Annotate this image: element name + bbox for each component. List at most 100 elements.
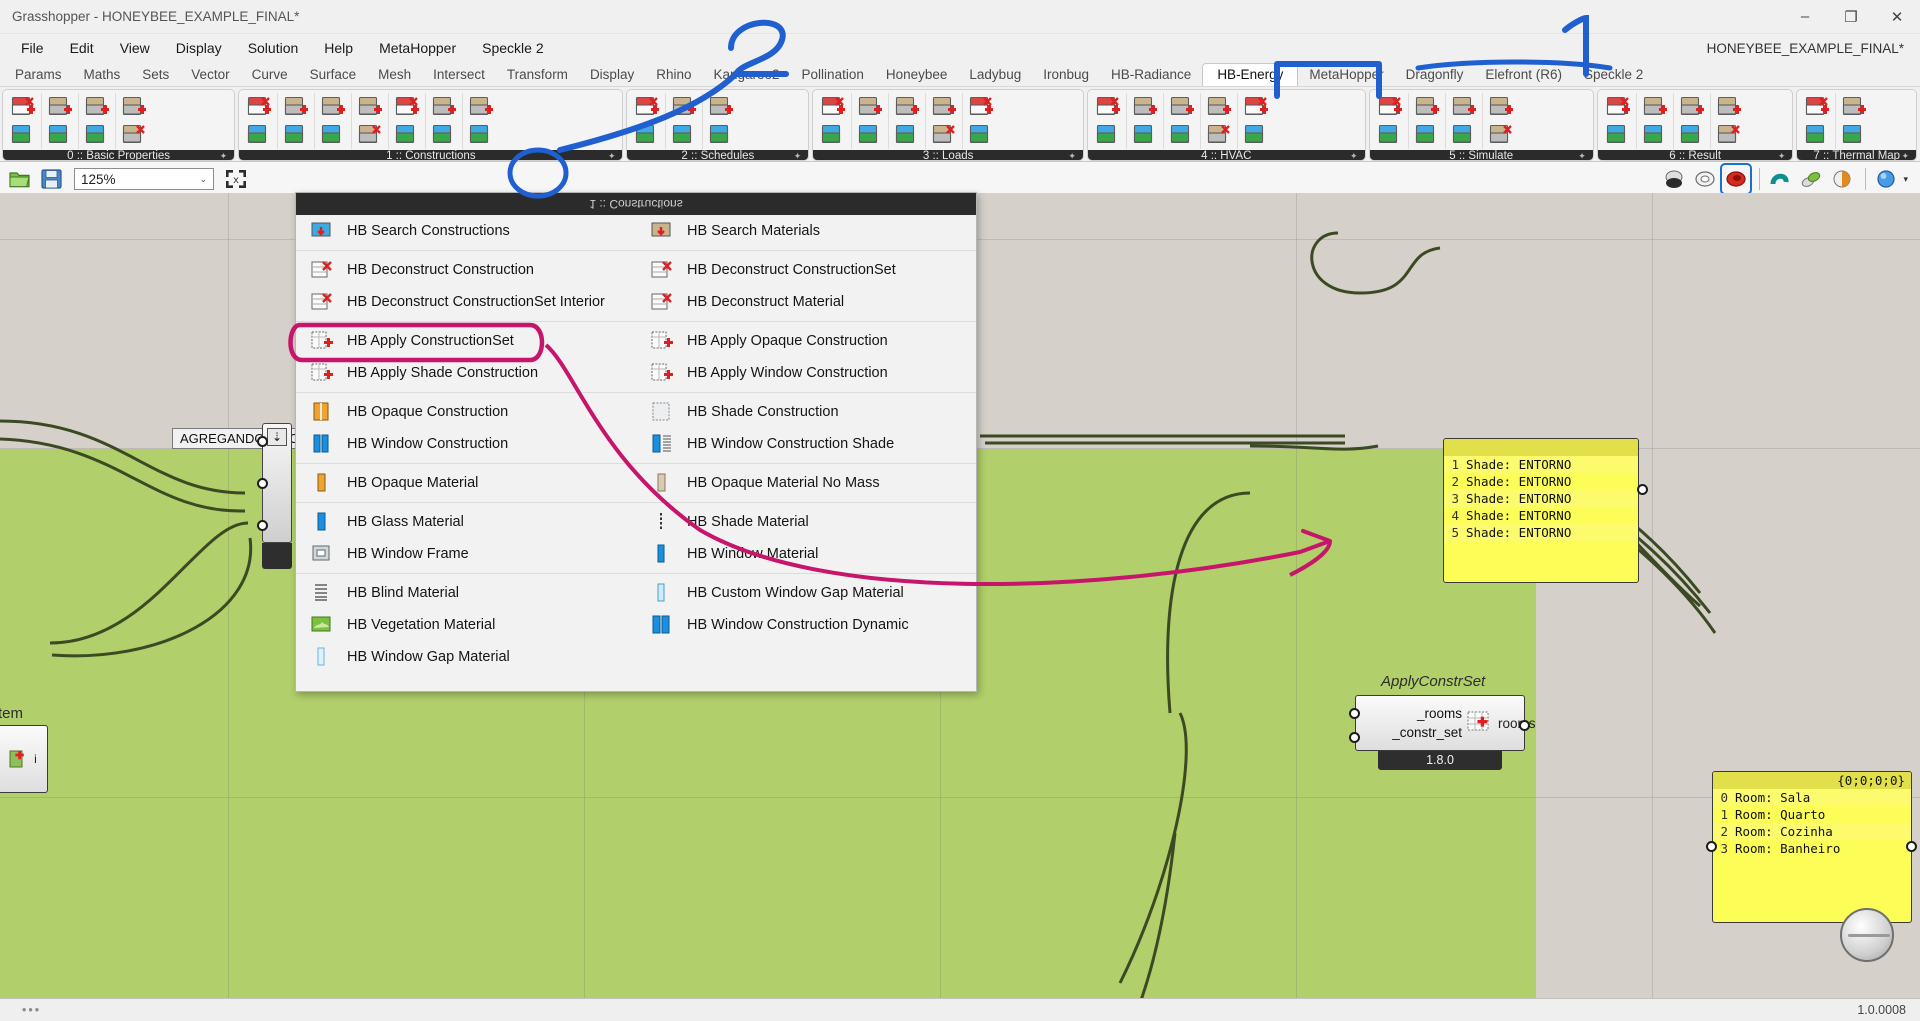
tab-dragonfly[interactable]: Dragonfly: [1395, 65, 1475, 86]
g5c2r1k0-icon[interactable]: [1449, 122, 1479, 148]
g0c0r0k0px-icon[interactable]: [8, 94, 38, 120]
g7c1r0k0p-icon[interactable]: [1839, 94, 1869, 120]
tab-rhino[interactable]: Rhino: [645, 65, 702, 86]
menu-item-hb-shade-construction[interactable]: HB Shade Construction: [636, 396, 976, 428]
tab-sets[interactable]: Sets: [131, 65, 180, 86]
input-port-constr-set[interactable]: [1349, 732, 1360, 743]
tab-params[interactable]: Params: [4, 65, 73, 86]
constructions-dropdown-menu[interactable]: 1 :: Constructions HB Search Constructio…: [295, 192, 977, 692]
input-port-left-2[interactable]: [257, 478, 268, 489]
preview-blue-sphere-icon[interactable]: [1872, 165, 1900, 193]
panel-rooms[interactable]: {0;0;0;0} 0 Room: Sala 1 Room: Quarto 2 Roo…: [1712, 771, 1912, 923]
g3c1r0k0p-icon[interactable]: [855, 94, 885, 120]
g1c1r1k0-icon[interactable]: [281, 122, 311, 148]
menu-item-hb-search-materials[interactable]: HB Search Materials: [636, 215, 976, 247]
panel-output-port-rooms[interactable]: [1906, 841, 1917, 852]
component-applyconstrset[interactable]: _rooms _constr_set rooms: [1355, 695, 1536, 751]
g4c1r0k0p-icon[interactable]: [1130, 94, 1160, 120]
tab-transform[interactable]: Transform: [496, 65, 579, 86]
g1c1r0k0p-icon[interactable]: [281, 94, 311, 120]
tab-metahopper[interactable]: MetaHopper: [1298, 65, 1394, 86]
g4c4r0k0px-icon[interactable]: [1241, 94, 1271, 120]
g3c1r1k0-icon[interactable]: [855, 122, 885, 148]
tab-intersect[interactable]: Intersect: [422, 65, 496, 86]
g4c3r1k0x-icon[interactable]: [1204, 122, 1234, 148]
tab-elefront-r6[interactable]: Elefront (R6): [1474, 65, 1573, 86]
menu-item-hb-shade-material[interactable]: HB Shade Material: [636, 506, 976, 538]
g7c1r1k0-icon[interactable]: [1839, 122, 1869, 148]
g1c0r0k0px-icon[interactable]: [244, 94, 274, 120]
g5c0r0k0px-icon[interactable]: [1375, 94, 1405, 120]
ribbon-group-expander-icon[interactable]: ✦: [220, 151, 228, 161]
ribbon-group-expander-icon[interactable]: ✦: [1578, 151, 1586, 161]
menu-item-hb-window-gap-material[interactable]: HB Window Gap Material: [296, 641, 636, 673]
g7c0r1k0-icon[interactable]: [1802, 122, 1832, 148]
ribbon-group-expander-icon[interactable]: ✦: [794, 151, 802, 161]
menu-item-hb-vegetation-material[interactable]: HB Vegetation Material: [296, 609, 636, 641]
g1c6r1k0-icon[interactable]: [466, 122, 496, 148]
g6c3r0k0p-icon[interactable]: [1714, 94, 1744, 120]
g5c2r0k0p-icon[interactable]: [1449, 94, 1479, 120]
menu-item-metahopper[interactable]: MetaHopper: [366, 36, 469, 60]
tab-hb-radiance[interactable]: HB-Radiance: [1100, 65, 1202, 86]
menu-item-hb-window-construction-shade[interactable]: HB Window Construction Shade: [636, 428, 976, 460]
g1c0r1k0-icon[interactable]: [244, 122, 274, 148]
menu-item-hb-window-material[interactable]: HB Window Material: [636, 538, 976, 570]
g4c3r0k0p-icon[interactable]: [1204, 94, 1234, 120]
zoom-extents-icon[interactable]: x: [222, 165, 250, 193]
g6c1r0k0p-icon[interactable]: [1640, 94, 1670, 120]
minimize-button[interactable]: –: [1782, 0, 1828, 34]
ribbon-group-expander-icon[interactable]: ✦: [1068, 151, 1076, 161]
zoom-level-select[interactable]: 125% ⌄: [74, 168, 214, 190]
g2c1r1k0-icon[interactable]: [669, 122, 699, 148]
input-port-rooms[interactable]: [1349, 708, 1360, 719]
panel-shades[interactable]: 1 Shade: ENTORNO 2 Shade: ENTORNO 3 Shade: …: [1443, 438, 1639, 583]
g0c2r1k0-icon[interactable]: [82, 122, 112, 148]
menu-item-display[interactable]: Display: [163, 36, 235, 60]
g1c3r1k0x-icon[interactable]: [355, 122, 385, 148]
tab-display[interactable]: Display: [579, 65, 645, 86]
input-port-left-1[interactable]: [257, 436, 268, 447]
g1c6r0k0p-icon[interactable]: [466, 94, 496, 120]
g0c3r0k0p-icon[interactable]: [119, 94, 149, 120]
g4c2r1k0-icon[interactable]: [1167, 122, 1197, 148]
g3c3r1k0x-icon[interactable]: [929, 122, 959, 148]
menu-item-hb-deconstruct-construction[interactable]: HB Deconstruct Construction: [296, 254, 636, 286]
menu-item-hb-search-constructions[interactable]: HB Search Constructions: [296, 215, 636, 247]
preview-off-icon[interactable]: [1660, 165, 1688, 193]
g4c0r1k0-icon[interactable]: [1093, 122, 1123, 148]
g2c0r0k0px-icon[interactable]: [632, 94, 662, 120]
tab-pollination[interactable]: Pollination: [791, 65, 875, 86]
g3c4r1k0-icon[interactable]: [966, 122, 996, 148]
menu-item-hb-window-construction-dynamic[interactable]: HB Window Construction Dynamic: [636, 609, 976, 641]
tab-maths[interactable]: Maths: [73, 65, 132, 86]
maximize-button[interactable]: ❐: [1828, 0, 1874, 34]
g5c3r1k0x-icon[interactable]: [1486, 122, 1516, 148]
g4c4r1k0-icon[interactable]: [1241, 122, 1271, 148]
g6c0r1k0-icon[interactable]: [1603, 122, 1633, 148]
g2c0r1k0-icon[interactable]: [632, 122, 662, 148]
g0c2r0k0p-icon[interactable]: [82, 94, 112, 120]
g1c4r1k0-icon[interactable]: [392, 122, 422, 148]
g4c1r1k0-icon[interactable]: [1130, 122, 1160, 148]
g1c4r0k0px-icon[interactable]: [392, 94, 422, 120]
g3c3r0k0p-icon[interactable]: [929, 94, 959, 120]
menu-item-hb-opaque-material[interactable]: HB Opaque Material: [296, 467, 636, 499]
menu-item-view[interactable]: View: [107, 36, 163, 60]
menu-item-hb-deconstruct-material[interactable]: HB Deconstruct Material: [636, 286, 976, 318]
draw-icons-teal-icon[interactable]: [1766, 165, 1794, 193]
tab-speckle-2[interactable]: Speckle 2: [1573, 65, 1654, 86]
g3c0r0k0px-icon[interactable]: [818, 94, 848, 120]
g5c1r0k0p-icon[interactable]: [1412, 94, 1442, 120]
input-port-left-3[interactable]: [257, 520, 268, 531]
draw-fancy-wires-icon[interactable]: [1797, 165, 1825, 193]
g0c1r0k0p-icon[interactable]: [45, 94, 75, 120]
g1c5r0k0p-icon[interactable]: [429, 94, 459, 120]
chevron-down-icon[interactable]: ▾: [1903, 174, 1914, 185]
save-icon[interactable]: [37, 165, 65, 193]
menu-item-hb-apply-window-construction[interactable]: HB Apply Window Construction: [636, 357, 976, 389]
tab-hb-energy[interactable]: HB-Energy: [1202, 63, 1299, 86]
tab-vector[interactable]: Vector: [180, 65, 240, 86]
g6c1r1k0-icon[interactable]: [1640, 122, 1670, 148]
menu-item-hb-window-construction[interactable]: HB Window Construction: [296, 428, 636, 460]
